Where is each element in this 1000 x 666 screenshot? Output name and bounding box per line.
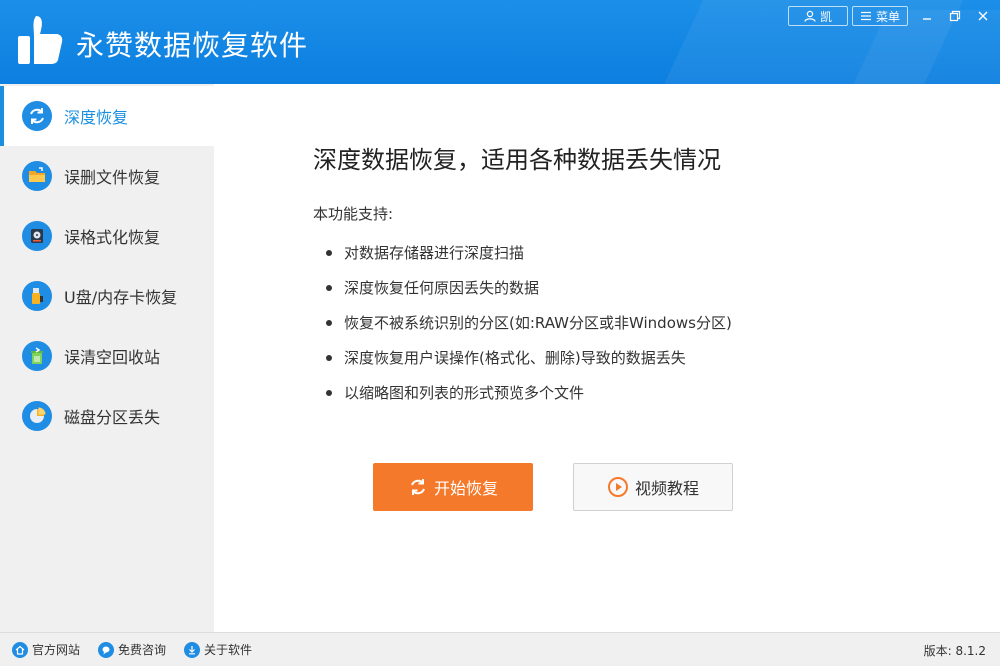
sidebar-item-label: 误格式化恢复 — [64, 228, 161, 247]
app-title: 永赞数据恢复软件 — [76, 29, 309, 62]
refresh-icon — [411, 479, 425, 495]
home-icon — [12, 641, 28, 658]
user-name: 凯 — [819, 9, 832, 24]
bullet-icon — [326, 319, 332, 326]
user-icon — [804, 10, 816, 22]
video-tutorial-button[interactable]: 视频教程 — [573, 463, 733, 511]
thumbs-up-logo-icon — [18, 16, 63, 64]
sidebar-item-deep-recovery[interactable]: 深度恢复 — [0, 86, 214, 146]
feature-list: 对数据存储器进行深度扫描 深度恢复任何原因丢失的数据 恢复不被系统识别的分区(如… — [326, 235, 732, 410]
chat-icon — [98, 641, 114, 658]
bullet-icon — [326, 249, 332, 256]
bullet-icon — [326, 284, 332, 291]
restore-icon — [949, 10, 961, 22]
menu-icon — [860, 11, 871, 21]
list-item: 深度恢复任何原因丢失的数据 — [326, 270, 732, 305]
usb-drive-icon — [22, 281, 52, 311]
title-bar: 永赞数据恢复软件 凯 菜单 — [0, 0, 1000, 84]
info-download-icon — [184, 641, 200, 658]
minimize-icon — [923, 18, 931, 20]
list-item: 以缩略图和列表的形式预览多个文件 — [326, 375, 732, 410]
list-item: 深度恢复用户误操作(格式化、删除)导致的数据丢失 — [326, 340, 732, 375]
menu-label: 菜单 — [875, 9, 900, 24]
version-label: 版本: 8.1.2 — [923, 644, 986, 658]
sidebar-item-label: 磁盘分区丢失 — [64, 408, 161, 427]
sidebar: 深度恢复 误删文件恢复 误格式化恢复 U盘/内存卡恢复 误清空回收站 磁盘分区丢… — [0, 84, 214, 632]
sidebar-item-label: 深度恢复 — [64, 108, 129, 127]
pie-chart-icon — [22, 401, 52, 431]
sidebar-item-deleted-files[interactable]: 误删文件恢复 — [0, 146, 214, 206]
bullet-icon — [326, 389, 332, 396]
sidebar-item-label: 误清空回收站 — [64, 348, 161, 367]
minimize-button[interactable] — [916, 6, 938, 26]
sidebar-item-partition-loss[interactable]: 磁盘分区丢失 — [0, 386, 214, 446]
sidebar-item-usb-recovery[interactable]: U盘/内存卡恢复 — [0, 266, 214, 326]
close-button[interactable] — [972, 6, 994, 26]
video-tutorial-label: 视频教程 — [634, 479, 699, 498]
refresh-icon — [22, 101, 52, 131]
free-consult-link[interactable]: 免费咨询 — [98, 641, 166, 658]
sidebar-item-recycle-bin[interactable]: 误清空回收站 — [0, 326, 214, 386]
close-icon — [978, 11, 988, 21]
sidebar-item-format-recovery[interactable]: 误格式化恢复 — [0, 206, 214, 266]
list-item: 对数据存储器进行深度扫描 — [326, 235, 732, 270]
menu-button[interactable]: 菜单 — [852, 6, 908, 26]
start-recovery-label: 开始恢复 — [433, 479, 498, 498]
maximize-button[interactable] — [944, 6, 966, 26]
user-button[interactable]: 凯 — [788, 6, 848, 26]
bullet-icon — [326, 354, 332, 361]
folder-icon — [22, 161, 52, 191]
hard-disk-icon — [22, 221, 52, 251]
recycle-bin-icon — [22, 341, 52, 371]
sidebar-item-label: 误删文件恢复 — [64, 168, 161, 187]
about-software-link[interactable]: 关于软件 — [184, 641, 252, 658]
page-title: 深度数据恢复，适用各种数据丢失情况 — [313, 146, 721, 174]
support-label: 本功能支持: — [313, 205, 394, 223]
status-bar: 官方网站 免费咨询 关于软件 版本: 8.1.2 — [0, 632, 1000, 666]
start-recovery-button[interactable]: 开始恢复 — [373, 463, 533, 511]
official-website-link[interactable]: 官方网站 — [12, 641, 80, 658]
play-icon — [607, 477, 628, 497]
list-item: 恢复不被系统识别的分区(如:RAW分区或非Windows分区) — [326, 305, 732, 340]
sidebar-item-label: U盘/内存卡恢复 — [64, 288, 178, 307]
